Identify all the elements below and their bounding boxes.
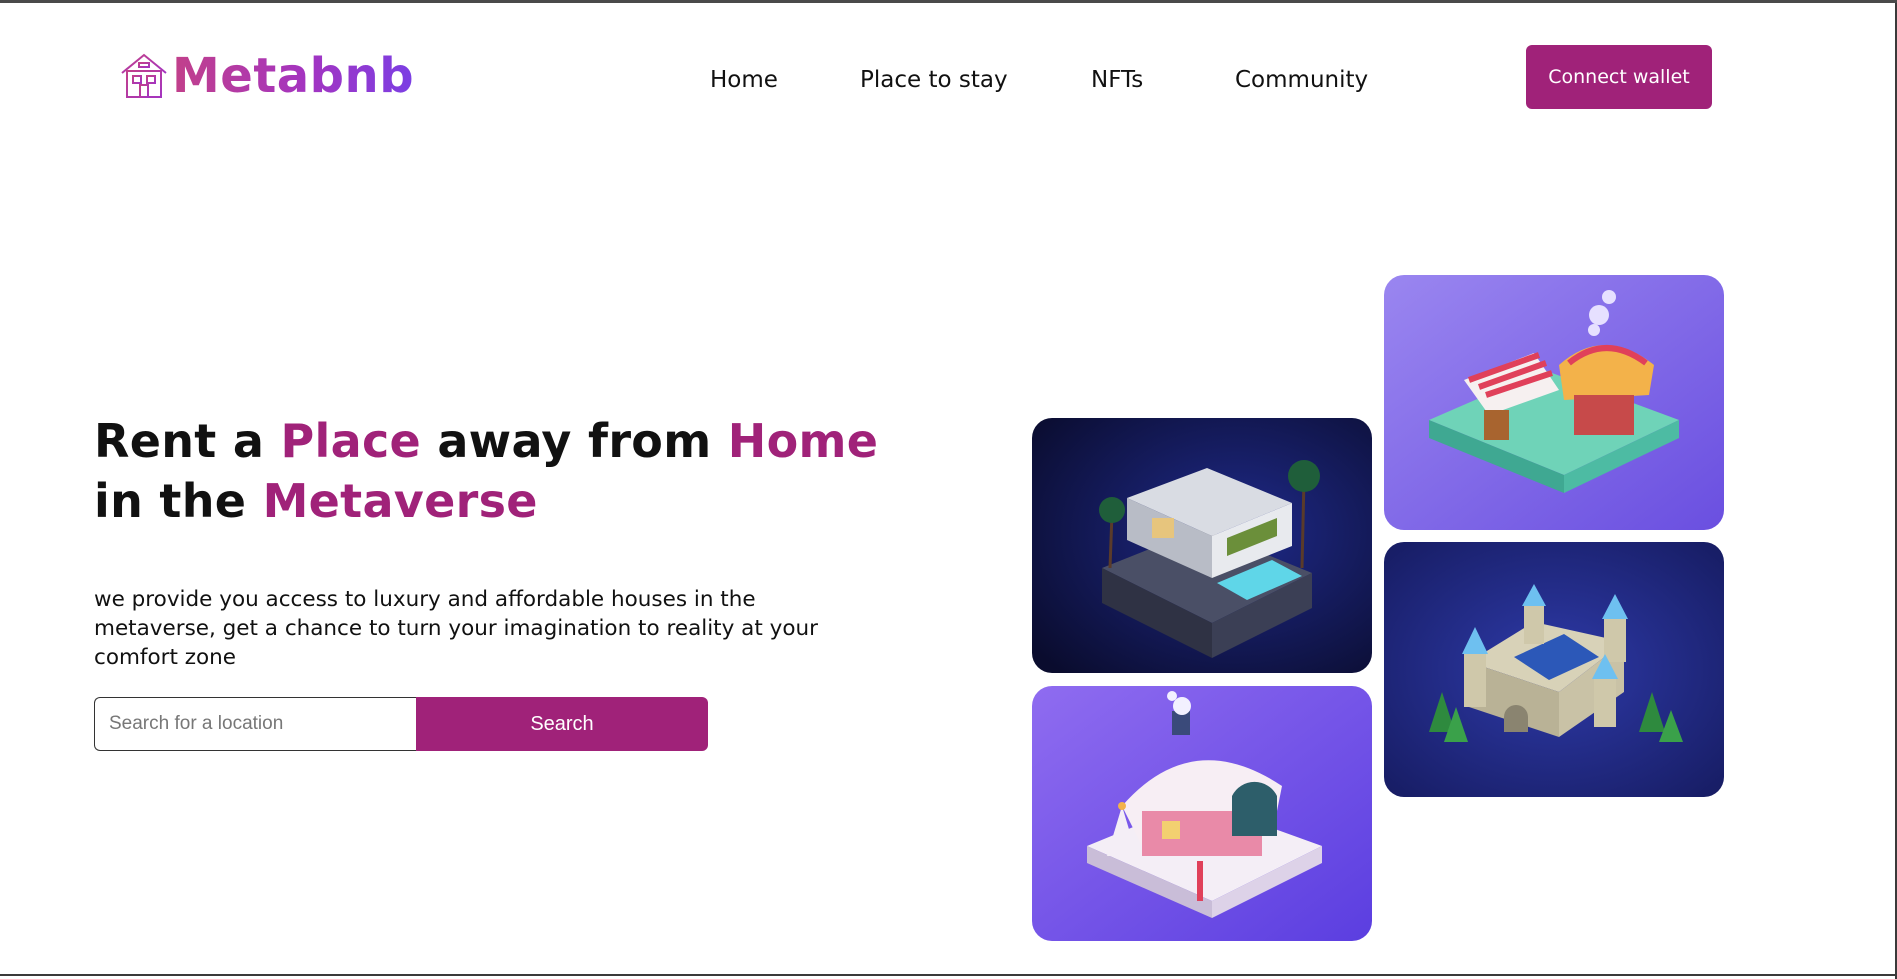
hero-title-part: Rent a <box>94 414 281 468</box>
modern-villa-image <box>1032 418 1372 673</box>
market-stall-image <box>1384 275 1724 530</box>
house-logo-icon <box>121 53 167 98</box>
market-stall-illustration <box>1384 275 1724 530</box>
header: Metabnb Home Place to stay NFTs Communit… <box>0 3 1897 153</box>
castle-illustration <box>1384 542 1724 797</box>
search-form: Search <box>94 697 708 751</box>
connect-wallet-button[interactable]: Connect wallet <box>1526 45 1712 109</box>
nav-link-place-to-stay[interactable]: Place to stay <box>860 67 1008 93</box>
snow-cottage-image <box>1032 686 1372 941</box>
hero-title-part: in the <box>94 474 263 528</box>
snow-cottage-illustration <box>1032 686 1372 941</box>
hero-title-part: away from <box>421 414 728 468</box>
hero-title-accent: Metaverse <box>262 474 538 528</box>
search-location-input[interactable] <box>94 697 416 751</box>
nav-link-nfts[interactable]: NFTs <box>1091 67 1143 93</box>
hero-title: Rent a Place away from Home in the Metav… <box>94 411 894 531</box>
search-button[interactable]: Search <box>416 697 708 751</box>
hero-description: we provide you access to luxury and affo… <box>94 587 818 670</box>
nav-link-home[interactable]: Home <box>710 67 778 93</box>
brand-logo[interactable]: Metabnb <box>118 51 414 101</box>
hero-title-accent: Home <box>727 414 879 468</box>
brand-name: Metabnb <box>172 48 415 104</box>
modern-villa-illustration <box>1032 418 1372 673</box>
nav-link-community[interactable]: Community <box>1235 67 1368 93</box>
castle-image <box>1384 542 1724 797</box>
hero-title-accent: Place <box>280 414 422 468</box>
